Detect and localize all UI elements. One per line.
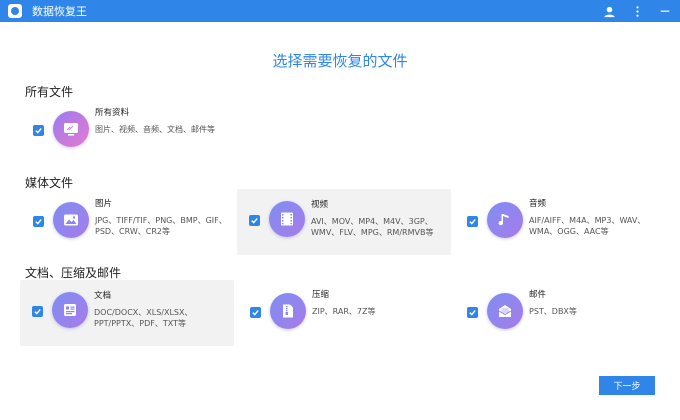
image-icon [53,202,89,238]
minimize-icon[interactable] [658,4,672,18]
card-document[interactable]: 文档 DOC/DOCX、XLS/XLSX、PPT/PPTX、PDF、TXT等 [20,280,234,346]
all-data-desc: 图片、视频、音频、文档、邮件等 [95,125,215,134]
card-mail[interactable]: 邮件 PST、DBX等 [467,282,667,340]
card-image[interactable]: 图片 JPG、TIFF/TIF、PNG、BMP、GIF、PSD、CRW、CR2等 [33,191,233,249]
audio-checkbox[interactable] [467,216,478,227]
all-data-checkbox[interactable] [33,125,44,136]
archive-checkbox[interactable] [250,307,261,318]
app-logo-icon [8,4,22,18]
app-title: 数据恢复王 [32,5,87,18]
user-icon[interactable] [602,4,616,18]
audio-title: 音频 [529,199,547,209]
archive-desc: ZIP、RAR、7Z等 [312,307,376,316]
music-note-icon [487,202,523,238]
document-icon [52,292,88,328]
next-button[interactable]: 下一步 [599,376,655,395]
video-desc: AVI、MOV、MP4、M4V、3GP、WMV、FLV、MPG、RM/RMVB等 [311,217,434,237]
film-icon [269,201,305,237]
section-docs-files: 文档、压缩及邮件 [25,266,122,280]
mail-checkbox[interactable] [467,307,478,318]
mail-desc: PST、DBX等 [529,307,577,316]
image-title: 图片 [95,199,113,209]
video-title: 视频 [311,200,329,210]
more-vertical-icon[interactable] [630,4,644,18]
page-title: 选择需要恢复的文件 [272,52,408,70]
window-controls [602,0,672,22]
title-bar: 数据恢复王 [0,0,680,22]
monitor-icon [53,111,89,147]
image-checkbox[interactable] [33,216,44,227]
section-media-files: 媒体文件 [25,176,74,190]
card-video[interactable]: 视频 AVI、MOV、MP4、M4V、3GP、WMV、FLV、MPG、RM/RM… [237,189,451,255]
zip-file-icon [270,293,306,329]
card-all-data[interactable]: 所有资料 图片、视频、音频、文档、邮件等 [33,100,233,158]
document-checkbox[interactable] [32,306,43,317]
document-title: 文档 [94,291,112,301]
archive-title: 压缩 [312,290,330,300]
audio-desc: AIF/AIFF、M4A、MP3、WAV、WMA、OGG、AAC等 [529,216,646,236]
mail-title: 邮件 [529,290,547,300]
all-data-title: 所有资料 [95,108,130,118]
document-desc: DOC/DOCX、XLS/XLSX、PPT/PPTX、PDF、TXT等 [94,308,193,328]
card-archive[interactable]: 压缩 ZIP、RAR、7Z等 [250,282,450,340]
section-all-files: 所有文件 [25,85,74,99]
image-desc: JPG、TIFF/TIF、PNG、BMP、GIF、PSD、CRW、CR2等 [95,216,227,236]
mail-icon [487,293,523,329]
card-audio[interactable]: 音频 AIF/AIFF、M4A、MP3、WAV、WMA、OGG、AAC等 [467,191,667,249]
video-checkbox[interactable] [249,215,260,226]
